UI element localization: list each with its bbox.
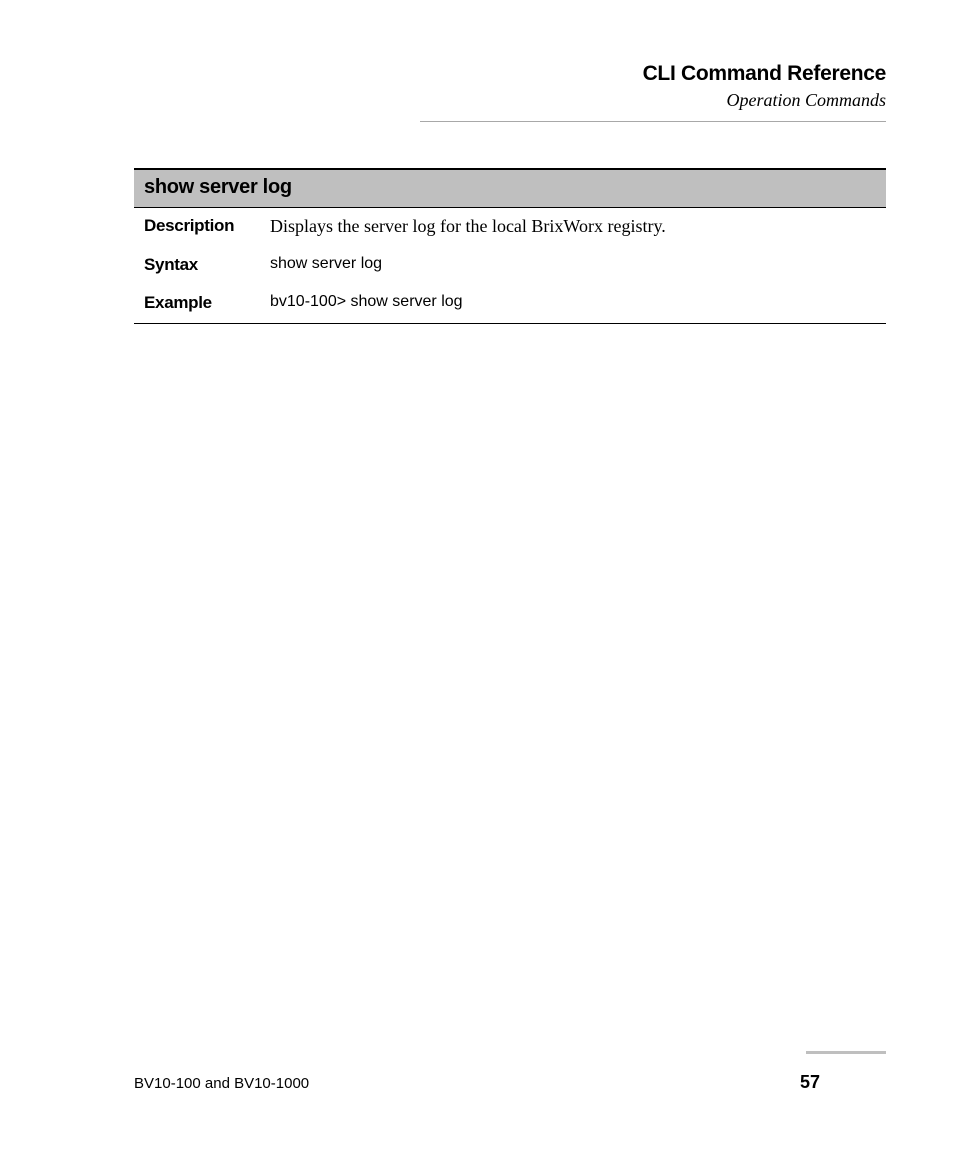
header-title: CLI Command Reference	[68, 62, 886, 86]
row-value: show server log	[270, 255, 382, 275]
footer-product-name: BV10-100 and BV10-1000	[134, 1075, 309, 1092]
command-row-example: Example bv10-100> show server log	[134, 285, 886, 323]
footer-divider	[806, 1051, 886, 1054]
footer-content: BV10-100 and BV10-1000 57	[68, 1072, 886, 1093]
header-subtitle: Operation Commands	[68, 90, 886, 111]
document-page: CLI Command Reference Operation Commands…	[0, 0, 954, 1159]
command-name: show server log	[144, 176, 876, 199]
command-row-description: Description Displays the server log for …	[134, 208, 886, 247]
page-footer: BV10-100 and BV10-1000 57	[68, 1051, 886, 1093]
row-label: Example	[144, 293, 270, 313]
header-divider	[420, 121, 886, 122]
row-value: bv10-100> show server log	[270, 293, 463, 313]
command-title-row: show server log	[134, 170, 886, 208]
row-value: Displays the server log for the local Br…	[270, 216, 666, 237]
page-header: CLI Command Reference Operation Commands	[68, 62, 886, 122]
page-number: 57	[800, 1072, 820, 1093]
row-label: Syntax	[144, 255, 270, 275]
command-table: show server log Description Displays the…	[134, 168, 886, 324]
row-label: Description	[144, 216, 270, 237]
command-row-syntax: Syntax show server log	[134, 247, 886, 285]
